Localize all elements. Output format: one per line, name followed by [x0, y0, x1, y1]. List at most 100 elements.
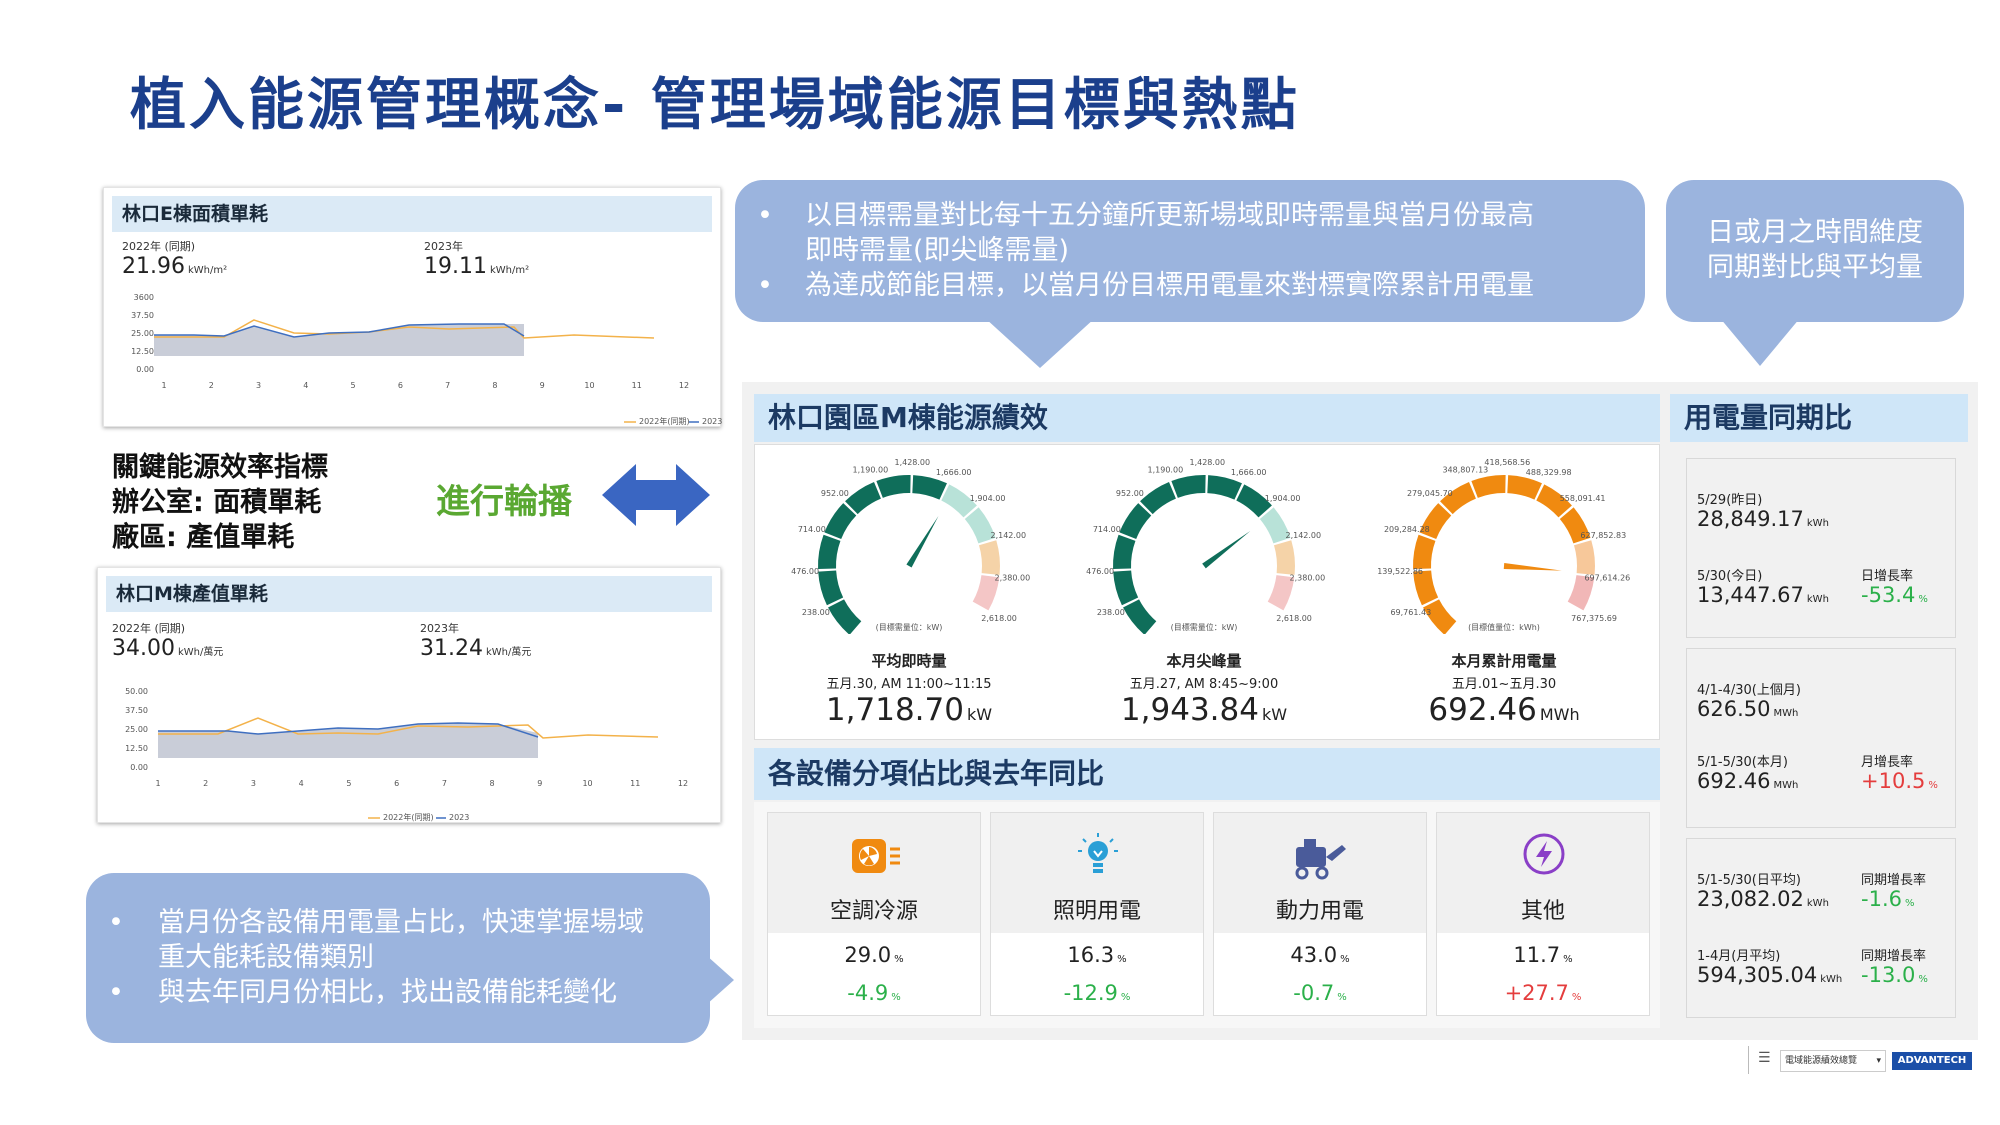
- gauge-band: [876, 475, 911, 498]
- y-tick: 0.00: [130, 763, 148, 772]
- right-period-label: 2023年: [424, 240, 463, 253]
- x-tick: 3: [256, 381, 261, 390]
- gauge-scale-label: 1,904.00: [970, 494, 1006, 503]
- gauge-band: [1259, 507, 1291, 544]
- x-tick: 8: [492, 381, 497, 390]
- y-tick: 0.00: [136, 365, 154, 374]
- gauge-band: [1419, 503, 1452, 540]
- left-value: 21.96 kWh/m²: [122, 254, 228, 279]
- bullet-dot-2: •: [757, 270, 773, 301]
- gauge-scale-label: 279,045.70: [1407, 489, 1453, 498]
- callout-line-3: 為達成節能目標，以當月份目標用電量來對標實際累計用電量: [805, 270, 1534, 301]
- device-change: +27.7%: [1504, 981, 1582, 1005]
- panel-header: 林口E棟面積單耗: [112, 196, 712, 232]
- callout-line-3: 與去年同月份相比，找出設備能耗變化: [158, 977, 617, 1008]
- gauge-1-name: 平均即時量: [871, 652, 947, 670]
- device-card-lighting[interactable]: 照明用電 16.3% -12.9%: [990, 812, 1204, 1016]
- left-period-label: 2022年 (同期): [112, 622, 186, 635]
- hvac-icon: [852, 839, 900, 873]
- device-card-other[interactable]: 其他 11.7% +27.7%: [1436, 812, 1650, 1016]
- gauge-scale-label: 952.00: [1116, 489, 1144, 498]
- trend-chart: 360037.5025.0012.500.00 1 2 3 4 5 6 7 8 9 10 11 12 …: [131, 293, 722, 426]
- x-tick: 2: [203, 779, 208, 788]
- gauge-scale-label: 348,807.13: [1442, 465, 1488, 474]
- gauge-scale-label: 2,380.00: [1290, 574, 1326, 583]
- gauge-3-name: 本月累計用電量: [1451, 652, 1557, 670]
- gauge-scale-label: 2,618.00: [1276, 614, 1312, 623]
- gauge-scale-label: 238.00: [802, 608, 830, 617]
- x-tick: 2: [209, 381, 214, 390]
- callout-pointer: [706, 955, 734, 1005]
- callout-time-dimension: 日或月之時間維度 同期對比與平均量: [1666, 180, 1964, 322]
- device-card-power[interactable]: 動力用電 43.0% -0.7%: [1213, 812, 1427, 1016]
- x-tick: 4: [303, 381, 308, 390]
- lightbulb-icon: [1078, 833, 1118, 873]
- x-tick: 10: [584, 381, 594, 390]
- panel-header: 林口M棟產值單耗: [106, 576, 712, 612]
- gauge-scale-label: 488,329.98: [1526, 468, 1572, 477]
- bullet-dot-2: •: [108, 977, 124, 1008]
- menu-icon[interactable]: ☰: [1758, 1050, 1771, 1066]
- device-change: -0.7%: [1293, 981, 1347, 1005]
- yoy-header: 用電量同期比: [1670, 394, 1968, 442]
- rotate-label: 進行輪播: [436, 482, 572, 522]
- gauge-scale-label: 558,091.41: [1560, 494, 1606, 503]
- gauge-1-value: 1,718.70 kW: [825, 692, 993, 728]
- gauge-band: [1413, 534, 1436, 570]
- callout-devices: • 當月份各設備用電量占比，快速掌握場域 重大能耗設備類別 • 與去年同月份相比…: [86, 873, 710, 1043]
- gauge-scale-label: 1,904.00: [1265, 494, 1301, 503]
- device-share: 43.0%: [1290, 943, 1350, 967]
- last-month-value: 626.50 MWh: [1697, 697, 1799, 721]
- yesterday-label: 5/29(昨日): [1697, 493, 1763, 508]
- callout-demand: • 以目標需量對比每十五分鐘所更新場域即時需量與當月份最高 即時需量(即尖峰需量…: [735, 180, 1645, 322]
- gauge-average-demand: 0238.00476.00714.00952.001,190.001,428.0…: [791, 458, 1031, 634]
- today-value: 13,447.67 kWh: [1697, 583, 1829, 607]
- lightning-icon: [1523, 833, 1565, 875]
- gauge-band: [964, 507, 996, 544]
- device-card-hvac[interactable]: 空調冷源 29.0% -4.9%: [767, 812, 981, 1016]
- callout-pointer: [985, 318, 1095, 368]
- double-arrow-icon: [602, 464, 710, 526]
- gauge-2-period: 五月.27, AM 8:45~9:00: [1129, 677, 1279, 692]
- gauge-band: [818, 534, 841, 570]
- dashboard-select[interactable]: 電域能源績效總覽 ▾: [1780, 1050, 1886, 1072]
- callout-line-2: 即時需量(即尖峰需量): [805, 235, 1070, 266]
- y-tick: 50.00: [125, 687, 148, 696]
- this-month-label: 5/1-5/30(本月): [1697, 755, 1788, 770]
- device-name: 照明用電: [1052, 899, 1141, 924]
- m-building-output-intensity-panel: 林口M棟產值單耗 2022年 (同期) 34.00 kWh/萬元 2023年 31…: [97, 567, 721, 823]
- gauge-band: [1507, 475, 1542, 500]
- x-tick: 12: [678, 779, 688, 788]
- y-tick: 37.50: [131, 311, 154, 320]
- y-tick: 3600: [134, 293, 154, 302]
- gauge-band: [1573, 540, 1595, 575]
- gauge-scale-label: 2,142.00: [1285, 531, 1321, 540]
- x-tick: 1: [155, 779, 160, 788]
- gauge-scale-label: 418,568.56: [1484, 458, 1530, 467]
- x-tick: 10: [582, 779, 592, 788]
- daily-growth-value: -53.4%: [1861, 583, 1928, 607]
- motor-icon: [1295, 839, 1346, 880]
- gauge-monthly-consumption: 069,761.43139,522.86209,284.28279,045.70…: [1377, 458, 1630, 634]
- gauge-band: [1207, 475, 1242, 500]
- gauge-center-label: (目標需量位：kW): [876, 622, 943, 632]
- gauge-band: [941, 484, 977, 518]
- gauge-band: [1413, 570, 1439, 606]
- device-change: -4.9%: [847, 981, 901, 1005]
- gauge-scale-label: 2,142.00: [990, 531, 1026, 540]
- daily-average-value: 23,082.02 kWh: [1697, 887, 1829, 911]
- gauge-scale-label: 69,761.43: [1390, 608, 1431, 617]
- monthly-average-growth-value: -13.0%: [1861, 963, 1928, 987]
- x-tick: 12: [679, 381, 689, 390]
- gauge-scale-label: 2,380.00: [995, 574, 1031, 583]
- gauge-peak-demand: 0238.00476.00714.00952.001,190.001,428.0…: [1086, 458, 1326, 634]
- callout-pointer: [1720, 318, 1800, 366]
- today-label: 5/30(今日): [1697, 569, 1763, 584]
- x-tick: 8: [490, 779, 495, 788]
- gauge-needle: [1202, 531, 1251, 569]
- y-tick: 12.50: [125, 744, 148, 753]
- gauge-band: [828, 599, 862, 634]
- x-tick: 9: [537, 779, 542, 788]
- device-share: 29.0%: [844, 943, 904, 967]
- gauge-band: [818, 570, 844, 606]
